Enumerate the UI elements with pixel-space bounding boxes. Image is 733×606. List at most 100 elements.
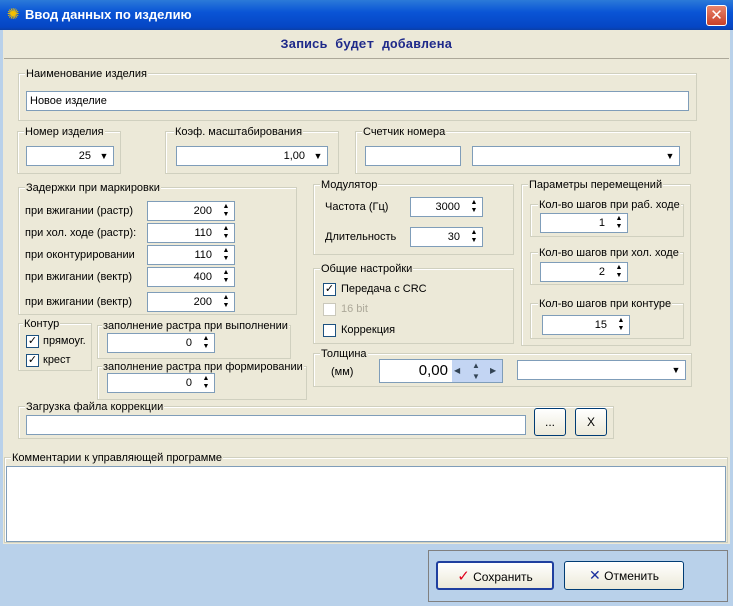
fill-form-spinner[interactable]: 0 ▲ ▼ — [107, 373, 215, 393]
save-button[interactable]: ✓ Сохранить — [436, 561, 554, 590]
chevron-right-icon[interactable]: ▶ — [490, 365, 496, 376]
fill-exec-legend: заполнение растра при выполнении — [102, 320, 289, 332]
contour-group-legend: Контур — [23, 318, 61, 330]
browse-button[interactable]: ... — [534, 408, 566, 436]
cross-checkbox[interactable]: ✓ — [26, 354, 39, 367]
spin-arrows-icon[interactable]: ▲ ▼ — [219, 294, 233, 310]
correction-checkbox[interactable] — [323, 324, 336, 337]
idle-steps-legend: Кол-во шагов при хол. ходе — [538, 247, 680, 259]
general-settings-legend: Общие настройки — [320, 263, 414, 275]
delay-vector-burn-2-spinner[interactable]: 200 ▲ ▼ — [147, 292, 235, 312]
product-number-combo[interactable]: 25 ▼ — [26, 146, 114, 166]
work-steps-group: Кол-во шагов при раб. ходе 1 ▲ ▼ — [530, 199, 684, 237]
thickness-stepper[interactable]: ◀ ▲ ▼ ▶ — [452, 360, 502, 382]
crc-label: Передача с CRC — [341, 283, 427, 295]
frequency-spinner[interactable]: 3000 ▲ ▼ — [410, 197, 483, 217]
delay-value: 400 — [193, 271, 212, 283]
window-title: Ввод данных по изделию — [25, 7, 192, 22]
chevron-down-icon[interactable]: ▼ — [310, 148, 326, 164]
delay-label: при вжигании (вектр) — [25, 271, 133, 283]
rectangle-label: прямоуг. — [43, 335, 86, 347]
crc-checkbox[interactable]: ✓ — [323, 283, 336, 296]
movement-group-legend: Параметры перемещений — [528, 179, 664, 191]
chevron-down-icon[interactable]: ▼ — [668, 362, 684, 378]
delay-raster-burn-spinner[interactable]: 200 ▲ ▼ — [147, 201, 235, 221]
delay-value: 200 — [193, 205, 212, 217]
frequency-value: 3000 — [435, 201, 460, 213]
scale-group: Коэф. масштабирования 1,00 ▼ — [165, 126, 339, 174]
spin-arrows-icon[interactable]: ▲ ▼ — [199, 335, 213, 351]
close-button[interactable]: ✕ — [706, 5, 727, 26]
spin-arrows-icon[interactable]: ▲ ▼ — [614, 317, 628, 333]
clear-file-button[interactable]: X — [575, 408, 607, 436]
contour-steps-legend: Кол-во шагов при контуре — [538, 298, 673, 310]
spin-arrows-icon[interactable]: ▲ ▼ — [199, 375, 213, 391]
general-settings-group: Общие настройки ✓ Передача с CRC 16 bit … — [313, 263, 514, 344]
contour-steps-group: Кол-во шагов при контуре 15 ▲ ▼ — [530, 298, 684, 339]
spin-arrows-icon[interactable]: ▲ ▼ — [612, 215, 626, 231]
cancel-button[interactable]: ✕ Отменить — [564, 561, 684, 590]
thickness-group: Толщина (мм) 0,00 ◀ ▲ ▼ ▶ ▼ — [313, 348, 692, 387]
delay-contour-spinner[interactable]: 110 ▲ ▼ — [147, 245, 235, 265]
correction-label: Коррекция — [341, 324, 396, 336]
delay-vector-burn-spinner[interactable]: 400 ▲ ▼ — [147, 267, 235, 287]
rectangle-checkbox[interactable]: ✓ — [26, 335, 39, 348]
counter-input[interactable] — [365, 146, 461, 166]
movement-group: Параметры перемещений Кол-во шагов при р… — [521, 179, 691, 346]
work-steps-spinner[interactable]: 1 ▲ ▼ — [540, 213, 628, 233]
comments-textarea[interactable] — [6, 466, 726, 542]
spin-arrows-icon[interactable]: ▲ ▼ — [219, 247, 233, 263]
duration-spinner[interactable]: 30 ▲ ▼ — [410, 227, 483, 247]
title-bar[interactable]: ✺ Ввод данных по изделию ✕ — [0, 0, 733, 30]
thickness-combo[interactable]: ▼ — [517, 360, 686, 380]
work-steps-value: 1 — [598, 217, 605, 229]
checkmark-icon: ✓ — [457, 568, 470, 585]
scale-factor-combo[interactable]: 1,00 ▼ — [176, 146, 328, 166]
spin-arrows-icon[interactable]: ▲ ▼ — [219, 225, 233, 241]
delay-label: при оконтурировании — [25, 249, 135, 261]
thickness-legend: Толщина — [320, 348, 368, 360]
counter-group: Счетчик номера ▼ — [355, 126, 691, 174]
record-status-header: Запись будет добавлена — [4, 31, 729, 59]
save-button-label: Сохранить — [473, 570, 533, 584]
contour-steps-spinner[interactable]: 15 ▲ ▼ — [542, 315, 630, 335]
spin-arrows-icon[interactable]: ▲ ▼ — [612, 264, 626, 280]
comments-group: Комментарии к управляющей программе — [4, 452, 728, 543]
delay-label: при вжигании (растр) — [25, 205, 134, 217]
thickness-value: 0,00 — [418, 362, 448, 379]
fill-form-value: 0 — [185, 377, 192, 389]
spin-arrows-icon[interactable]: ▲ ▼ — [467, 229, 481, 245]
fill-form-group: заполнение растра при формировании 0 ▲ ▼ — [97, 361, 307, 400]
16bit-checkbox[interactable] — [323, 303, 336, 316]
idle-steps-spinner[interactable]: 2 ▲ ▼ — [540, 262, 628, 282]
chevron-down-icon[interactable]: ▼ — [96, 148, 112, 164]
16bit-label: 16 bit — [341, 303, 368, 315]
chevron-up-icon[interactable]: ▲ — [472, 360, 480, 371]
frequency-label: Частота (Гц) — [325, 201, 389, 213]
gear-icon: ✺ — [6, 6, 20, 23]
correction-file-path-input[interactable] — [26, 415, 526, 435]
chevron-down-icon[interactable]: ▼ — [472, 371, 480, 382]
spin-arrows-icon[interactable]: ▲ ▼ — [219, 203, 233, 219]
idle-steps-group: Кол-во шагов при хол. ходе 2 ▲ ▼ — [530, 247, 684, 285]
counter-combo[interactable]: ▼ — [472, 146, 680, 166]
chevron-left-icon[interactable]: ◀ — [454, 365, 460, 376]
fill-form-legend: заполнение растра при формировании — [102, 361, 304, 373]
counter-group-legend: Счетчик номера — [362, 126, 447, 138]
delay-raster-idle-spinner[interactable]: 110 ▲ ▼ — [147, 223, 235, 243]
delays-group: Задержки при маркировки при вжигании (ра… — [18, 182, 297, 315]
delay-value: 110 — [194, 227, 212, 239]
spin-arrows-icon[interactable]: ▲ ▼ — [467, 199, 481, 215]
chevron-down-icon[interactable]: ▼ — [662, 148, 678, 164]
modulator-group-legend: Модулятор — [320, 179, 379, 191]
delay-value: 200 — [193, 296, 212, 308]
modulator-group: Модулятор Частота (Гц) 3000 ▲ ▼ Длительнос… — [313, 179, 514, 255]
scale-group-legend: Коэф. масштабирования — [174, 126, 304, 138]
work-steps-legend: Кол-во шагов при раб. ходе — [538, 199, 681, 211]
product-name-input[interactable]: Новое изделие — [26, 91, 689, 111]
fill-exec-spinner[interactable]: 0 ▲ ▼ — [107, 333, 215, 353]
correction-file-legend: Загрузка файла коррекции — [25, 401, 165, 413]
delay-label: при вжигании (вектр) — [25, 296, 133, 308]
thickness-numeric-input[interactable]: 0,00 ◀ ▲ ▼ ▶ — [379, 359, 503, 383]
spin-arrows-icon[interactable]: ▲ ▼ — [219, 269, 233, 285]
